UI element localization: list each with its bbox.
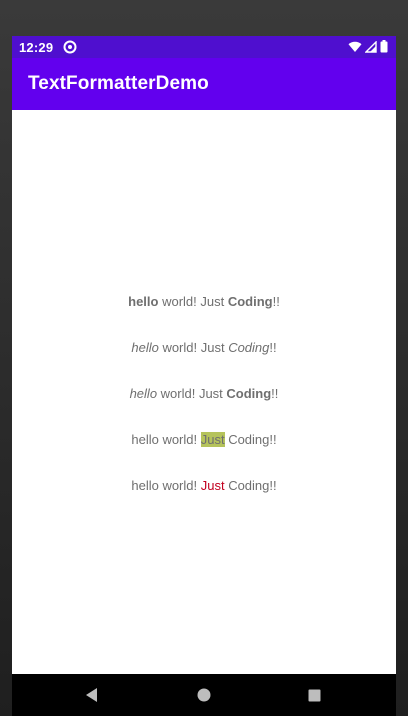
status-time: 12:29: [19, 39, 54, 55]
highlighted-word: Just: [200, 432, 225, 447]
plain-text: Coding!!: [224, 478, 277, 493]
plain-text: world! Just: [158, 294, 228, 309]
navigation-bar: [12, 674, 396, 716]
content-area: hello world! Just Coding!! hello world! …: [12, 110, 396, 674]
app-bar: TextFormatterDemo: [12, 58, 396, 110]
status-bar: 12:29: [12, 36, 396, 58]
red-word: Just: [200, 478, 225, 493]
formatted-line-5: hello world! Just Coding!!: [12, 478, 396, 493]
plain-text: hello world!: [131, 478, 201, 493]
home-icon[interactable]: [184, 674, 224, 716]
plain-text: Coding!!: [224, 432, 277, 447]
italic-word: hello: [131, 340, 159, 355]
plain-text: hello world!: [131, 432, 201, 447]
bold-word: Coding: [226, 386, 272, 401]
wifi-icon: [348, 40, 362, 58]
formatted-line-1: hello world! Just Coding!!: [12, 294, 396, 309]
app-title: TextFormatterDemo: [28, 73, 209, 94]
bold-word: Coding: [227, 294, 273, 309]
formatted-line-4: hello world! Just Coding!!: [12, 432, 396, 447]
data-saver-icon: [63, 40, 77, 54]
battery-icon: [380, 40, 388, 58]
plain-text: world! Just: [158, 340, 229, 355]
device-frame: 12:29 TextFormatterDemo hello world! Jus…: [0, 0, 408, 716]
status-icons: [348, 40, 388, 58]
formatted-line-3: hello world! Just Coding!!: [12, 386, 396, 401]
plain-text: !!: [271, 386, 279, 401]
plain-text: !!: [269, 340, 277, 355]
italic-word: hello: [129, 386, 158, 401]
plain-text: !!: [272, 294, 280, 309]
bold-word: hello: [128, 294, 159, 309]
recents-icon[interactable]: [294, 674, 334, 716]
back-icon[interactable]: [72, 674, 112, 716]
phone-screen: 12:29 TextFormatterDemo hello world! Jus…: [12, 36, 396, 716]
plain-text: world! Just: [157, 386, 227, 401]
formatted-line-2: hello world! Just Coding!!: [12, 340, 396, 355]
italic-word: Coding: [228, 340, 270, 355]
cell-signal-icon: [364, 40, 377, 58]
